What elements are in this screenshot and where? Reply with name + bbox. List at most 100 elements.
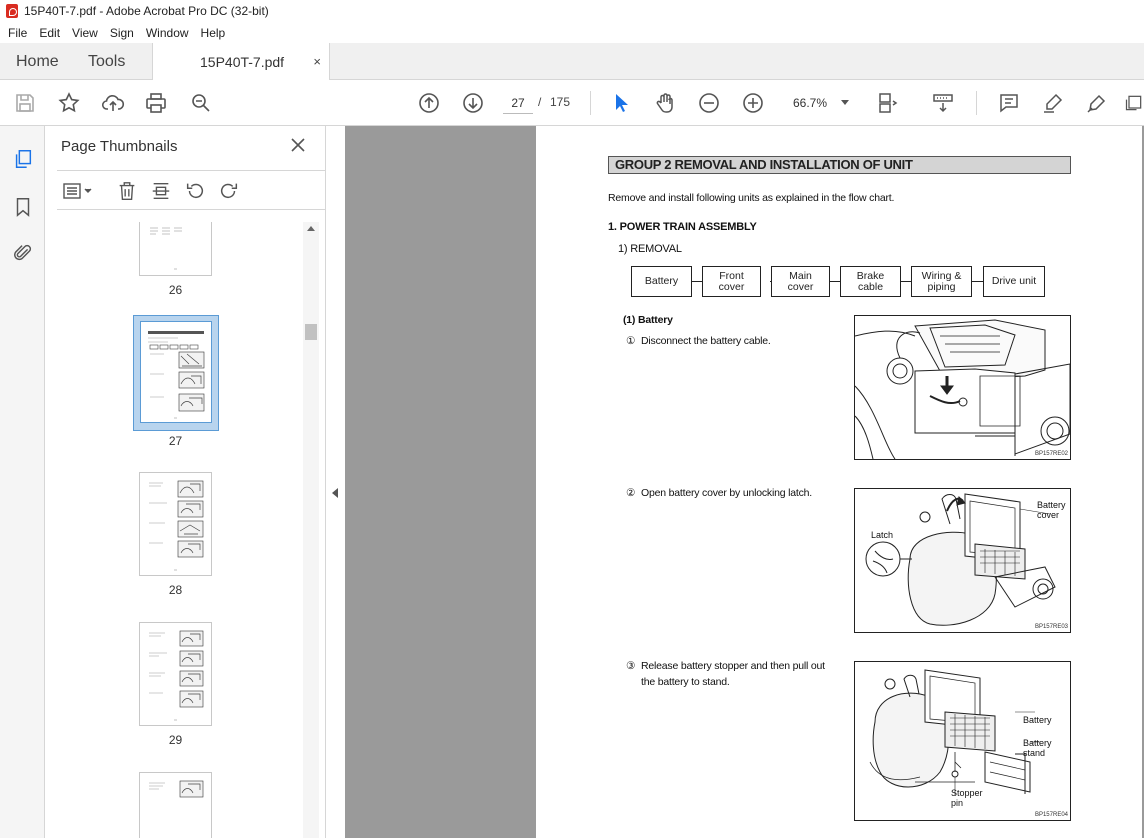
previous-page-icon[interactable] (416, 90, 442, 116)
thumbnail-scrollbar[interactable] (303, 222, 319, 838)
menu-sign[interactable]: Sign (104, 26, 140, 40)
rotate-right-icon[interactable] (217, 179, 241, 203)
panel-title: Page Thumbnails (61, 138, 178, 155)
thumbnail-label: 27 (168, 434, 183, 448)
flow-box-battery: Battery (631, 266, 692, 297)
flow-box-label: Brake cable (856, 269, 885, 293)
figure-label: Battery (1023, 715, 1052, 725)
step-number: ① (626, 335, 636, 347)
main-toolbar: / 175 66.7% (0, 80, 1144, 126)
upload-cloud-icon[interactable] (100, 90, 126, 116)
thumbnail-page-26[interactable] (139, 222, 212, 276)
hand-tool-icon[interactable] (652, 90, 678, 116)
zoom-level-select[interactable]: 66.7% (785, 91, 855, 115)
figure-label: Battery cover (1037, 500, 1070, 520)
tab-document-label: 15P40T-7.pdf (200, 54, 285, 70)
step-number: ③ (626, 660, 636, 672)
figure-caption: BP157RE02 (1034, 451, 1068, 457)
step-text: Release battery stopper and then pull ou… (641, 660, 825, 672)
zoom-level-value: 66.7% (793, 96, 828, 110)
scroll-mode-icon[interactable] (930, 90, 956, 116)
page-separator: / (538, 95, 542, 109)
bookmark-icon[interactable] (10, 194, 36, 220)
figure-caption: BP157RE03 (1034, 624, 1068, 630)
more-tools-icon[interactable] (1124, 90, 1144, 116)
zoom-out-icon[interactable] (696, 90, 722, 116)
step-number: ② (626, 487, 636, 499)
step-text-continued: the battery to stand. (641, 676, 730, 688)
figure-open-battery-cover: Battery cover Latch BP157RE03 (854, 488, 1071, 633)
label-stopper-pin: Stopper pin (951, 788, 983, 808)
thumbnail-page-29[interactable] (139, 622, 212, 726)
menu-file[interactable]: File (2, 26, 33, 40)
next-page-icon[interactable] (460, 90, 486, 116)
close-panel-icon[interactable] (289, 136, 307, 154)
chevron-down-icon (841, 100, 849, 105)
document-view[interactable]: GROUP 2 REMOVAL AND INSTALLATION OF UNIT… (345, 126, 1144, 838)
tab-document[interactable]: 15P40T-7.pdf × (152, 43, 330, 81)
figure-label: Battery stand (1023, 738, 1061, 758)
select-cursor-icon[interactable] (608, 90, 634, 116)
page-number-input[interactable] (503, 92, 533, 114)
label-battery-stand: Battery stand (1023, 738, 1052, 758)
pdf-app-icon (6, 4, 18, 18)
collapse-panel-arrow-icon[interactable] (332, 488, 338, 498)
tab-tools[interactable]: Tools (88, 43, 125, 80)
thumbnail-page-27[interactable] (140, 321, 212, 423)
page-thumbnails-panel: Page Thumbnails 26 27 28 29 (45, 126, 325, 838)
step-text: Open battery cover by unlocking latch. (641, 487, 812, 499)
flow-box-label: Front cover (718, 269, 745, 293)
tab-home[interactable]: Home (16, 43, 59, 80)
flow-connector (829, 281, 840, 282)
menu-window[interactable]: Window (140, 26, 195, 40)
panel-splitter[interactable] (325, 126, 345, 838)
delete-trash-icon[interactable] (115, 179, 139, 203)
flow-connector (692, 281, 702, 282)
flow-connector (901, 281, 911, 282)
thumbnail-options-icon[interactable] (61, 179, 95, 203)
thumbnail-page-30[interactable] (139, 772, 212, 838)
toolbar-divider (590, 91, 591, 115)
menu-view[interactable]: View (66, 26, 104, 40)
step-text: Disconnect the battery cable. (641, 335, 771, 347)
thumbnail-page-28[interactable] (139, 472, 212, 576)
zoom-search-icon[interactable] (188, 90, 214, 116)
close-tab-icon[interactable]: × (313, 54, 321, 69)
scrollbar-thumb[interactable] (305, 324, 317, 340)
thumbnail-toolbar (57, 170, 325, 210)
flow-box-brake-cable: Brake cable (840, 266, 901, 297)
highlight-pen-icon[interactable] (1040, 90, 1066, 116)
thumbnail-label: 26 (168, 283, 183, 297)
menu-bar: File Edit View Sign Window Help (0, 22, 1144, 43)
flow-box-front-cover: Front cover (702, 266, 761, 297)
figure-label: Stopper pin (951, 788, 989, 808)
print-icon[interactable] (143, 90, 169, 116)
menu-edit[interactable]: Edit (33, 26, 66, 40)
flow-box-label: Wiring & piping (921, 269, 962, 293)
intro-text: Remove and install following units as ex… (608, 192, 895, 204)
section-heading: 1. POWER TRAIN ASSEMBLY (608, 221, 757, 233)
scroll-up-arrow-icon[interactable] (307, 226, 315, 231)
thumbnail-list: 26 27 28 29 (45, 222, 303, 838)
flow-box-drive-unit: Drive unit (983, 266, 1045, 297)
page-thumbnails-icon[interactable] (10, 146, 36, 172)
menu-help[interactable]: Help (195, 26, 232, 40)
save-icon[interactable] (12, 90, 38, 116)
sign-pen-icon[interactable] (1084, 90, 1110, 116)
star-icon[interactable] (56, 90, 82, 116)
left-navigation-rail (0, 126, 45, 838)
thumbnail-label: 29 (168, 733, 183, 747)
extract-pages-icon[interactable] (149, 179, 173, 203)
zoom-in-icon[interactable] (740, 90, 766, 116)
thumbnail-label: 28 (168, 583, 183, 597)
comment-icon[interactable] (996, 90, 1022, 116)
figure-pull-out-battery: Battery Battery stand Stopper pin BP157R… (854, 661, 1071, 821)
figure-caption: BP157RE04 (1034, 812, 1068, 818)
tab-bar: Home Tools 15P40T-7.pdf × (0, 43, 1144, 81)
flow-box-main-cover: Main cover (771, 266, 830, 297)
window-title: 15P40T-7.pdf - Adobe Acrobat Pro DC (32-… (24, 4, 269, 18)
page-fit-icon[interactable] (874, 90, 900, 116)
rotate-left-icon[interactable] (183, 179, 207, 203)
attachment-paperclip-icon[interactable] (10, 240, 36, 266)
subsection-heading: 1) REMOVAL (618, 243, 682, 255)
